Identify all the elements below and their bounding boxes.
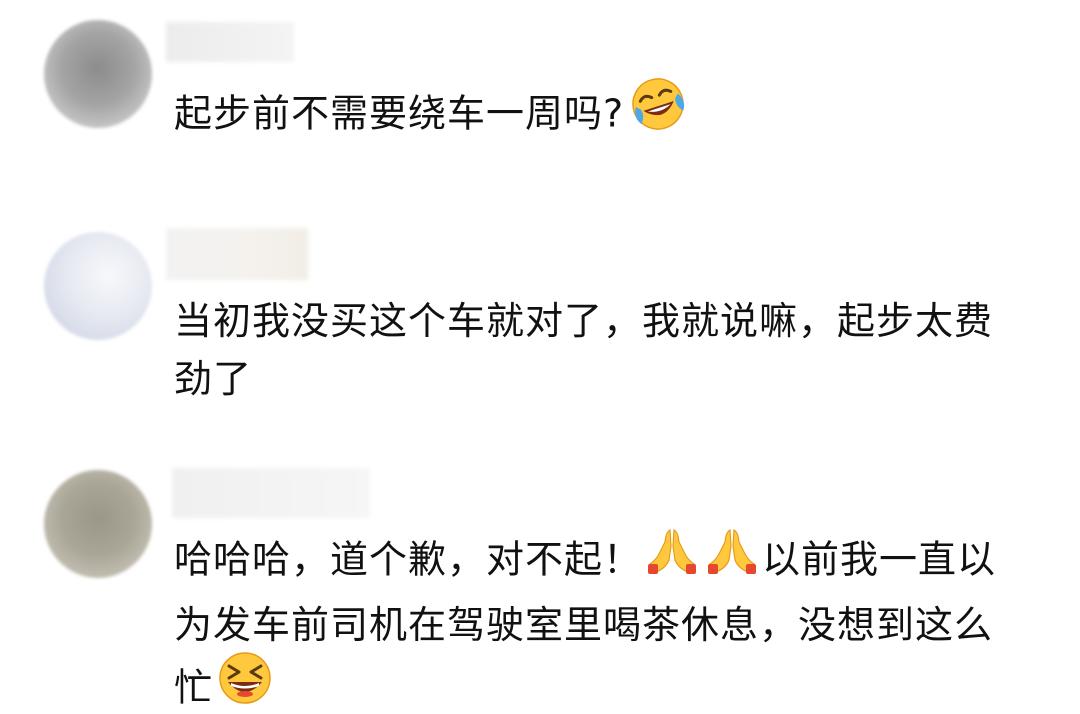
folded-hands-icon: [646, 524, 698, 592]
username-redacted[interactable]: [166, 22, 294, 62]
username-redacted[interactable]: [172, 468, 370, 518]
grinning-squinting-icon: [217, 650, 273, 714]
folded-hands-icon: [706, 524, 758, 592]
comment-text: 当初我没买这个车就对了，我就说嘛，起步太费劲了: [174, 299, 994, 401]
laughing-crying-emoji-icon: [628, 74, 688, 150]
avatar[interactable]: [44, 232, 152, 340]
comment-text-part: 哈哈哈，道个歉，对不起！: [174, 537, 643, 582]
comment-text: 起步前不需要绕车一周吗?: [174, 78, 1014, 154]
comment-text: 哈哈哈，道个歉，对不起！ 以前我一直以为发车前司机在驾驶室里喝茶休息，没想到这么…: [174, 528, 1014, 714]
avatar[interactable]: [44, 470, 152, 578]
username-redacted[interactable]: [166, 228, 308, 280]
comment-text-part: 起步前不需要绕车一周吗?: [174, 91, 625, 136]
comment-feed: 起步前不需要绕车一周吗? 当初我没买这个车就对了，我就说嘛，起步太费劲了 哈哈哈…: [0, 0, 1080, 714]
avatar[interactable]: [44, 20, 152, 128]
